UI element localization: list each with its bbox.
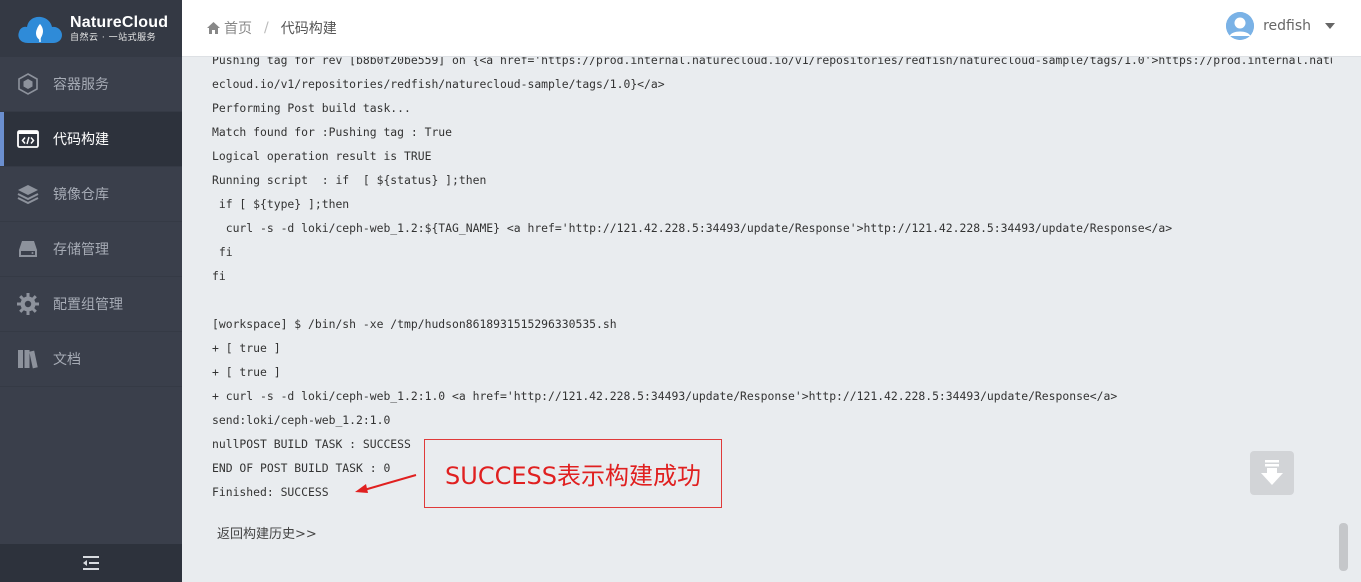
sidebar-item-docs[interactable]: 文档	[0, 332, 182, 387]
storage-icon	[16, 237, 40, 261]
brand-logo[interactable]: NatureCloud 自然云 · 一站式服务	[0, 0, 182, 57]
build-log-panel: Pushing tag for rev [b8b0f20be559] on {<…	[182, 57, 1336, 582]
breadcrumb-separator: /	[264, 20, 269, 36]
sidebar-item-storage[interactable]: 存储管理	[0, 222, 182, 277]
scrollbar-thumb[interactable]	[1339, 523, 1348, 571]
sidebar-item-label: 容器服务	[53, 77, 109, 93]
layers-icon	[16, 182, 40, 206]
log-line: fi	[212, 269, 226, 283]
breadcrumb: 首页 / 代码构建	[207, 18, 337, 38]
cube-icon	[16, 72, 40, 96]
page-scrollbar[interactable]	[1336, 57, 1361, 582]
log-line: ecloud.io/v1/repositories/redfish/nature…	[212, 77, 665, 91]
build-log: Pushing tag for rev [b8b0f20be559] on {<…	[212, 57, 1332, 504]
books-icon	[16, 347, 40, 371]
log-line: Running script : if [ ${status} ];then	[212, 173, 487, 187]
log-line: + curl -s -d loki/ceph-web_1.2:1.0 <a hr…	[212, 389, 1118, 403]
sidebar-item-label: 镜像仓库	[53, 187, 109, 203]
sidebar-item-code-build[interactable]: 代码构建	[0, 112, 182, 167]
collapse-sidebar-button[interactable]	[0, 544, 182, 582]
log-line: if [ ${type} ];then	[212, 197, 350, 211]
log-line: curl -s -d loki/ceph-web_1.2:${TAG_NAME}…	[212, 221, 1173, 235]
collapse-menu-icon	[83, 556, 99, 570]
log-line: + [ true ]	[212, 341, 281, 355]
back-to-build-history-link[interactable]: 返回构建历史>>	[217, 523, 317, 542]
brand-subtitle: 自然云 · 一站式服务	[70, 32, 157, 43]
log-line: Performing Post build task...	[212, 101, 411, 115]
sidebar-item-label: 代码构建	[53, 132, 109, 148]
log-line: Match found for :Pushing tag : True	[212, 125, 453, 139]
sidebar-item-label: 文档	[53, 352, 81, 368]
log-line: + [ true ]	[212, 365, 281, 379]
user-menu[interactable]: redfish	[1226, 12, 1335, 40]
sidebar-item-label: 存储管理	[53, 242, 109, 258]
top-header: 首页 / 代码构建 redfish	[182, 0, 1361, 57]
log-line: nullPOST BUILD TASK : SUCCESS	[212, 437, 411, 451]
sidebar-item-containers[interactable]: 容器服务	[0, 57, 182, 112]
scroll-to-bottom-button[interactable]	[1250, 451, 1294, 495]
log-line: [workspace] $ /bin/sh -xe /tmp/hudson861…	[212, 317, 617, 331]
user-icon	[1226, 12, 1255, 40]
home-icon	[207, 22, 220, 34]
sidebar-item-config-groups[interactable]: 配置组管理	[0, 277, 182, 332]
chevron-down-icon	[1325, 23, 1335, 29]
log-line: Logical operation result is TRUE	[212, 149, 432, 163]
username: redfish	[1263, 18, 1311, 34]
log-line: send:loki/ceph-web_1.2:1.0	[212, 413, 391, 427]
gear-icon	[16, 292, 40, 316]
arrow-down-icon	[1261, 460, 1283, 485]
sidebar-item-label: 配置组管理	[53, 297, 123, 313]
brand-title: NatureCloud	[70, 13, 169, 31]
breadcrumb-current: 代码构建	[280, 21, 337, 37]
annotation-arrow-icon	[355, 474, 417, 493]
breadcrumb-home-label: 首页	[224, 21, 252, 37]
annotation-callout: SUCCESS表示构建成功	[424, 439, 722, 508]
log-line: Pushing tag for rev [b8b0f20be559] on {<…	[212, 57, 1332, 67]
cloud-logo-icon	[18, 16, 62, 43]
sidebar: NatureCloud 自然云 · 一站式服务 容器服务 代码构建 镜像仓库 存…	[0, 0, 182, 582]
log-line: fi	[212, 245, 233, 259]
breadcrumb-home[interactable]: 首页	[207, 18, 252, 38]
sidebar-item-image-registry[interactable]: 镜像仓库	[0, 167, 182, 222]
code-icon	[16, 127, 40, 151]
avatar	[1226, 12, 1255, 40]
